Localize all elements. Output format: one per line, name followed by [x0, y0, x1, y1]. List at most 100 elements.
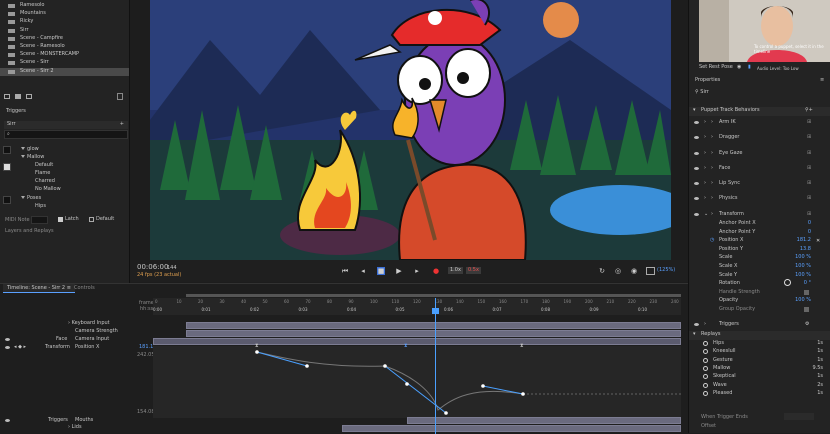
refresh-icon[interactable]: ↻ — [598, 267, 606, 275]
behavior-settings-icon[interactable]: ⊞ — [807, 180, 811, 187]
track-face[interactable]: Face Camera Input — [0, 336, 153, 343]
add-trigger-icon[interactable]: + — [120, 121, 124, 128]
record-icon[interactable]: ● — [432, 267, 440, 275]
replay-item[interactable]: Skeptical 1s — [689, 373, 830, 381]
triggers-settings-icon[interactable]: ⚙ — [805, 321, 809, 328]
default-checkbox[interactable] — [89, 217, 94, 222]
property-checkbox[interactable] — [804, 289, 809, 295]
folder-icon[interactable] — [4, 94, 10, 99]
replay-radio-icon[interactable] — [703, 349, 708, 355]
step-forward-icon[interactable]: ▸ — [413, 267, 421, 275]
scene-stage[interactable] — [150, 0, 671, 260]
property-value[interactable]: 0 ° — [804, 280, 811, 287]
behavior-settings-icon[interactable]: ⊞ — [807, 195, 811, 202]
transform-property-row[interactable]: Anchor Point X 0 — [689, 220, 830, 228]
track-keyboard-input[interactable]: › Keyboard Input — [0, 320, 153, 327]
property-value[interactable]: 100 % — [795, 263, 811, 270]
visibility-eye-icon[interactable] — [694, 152, 699, 155]
behavior-row[interactable]: › › Eye Gaze ⊞ — [689, 150, 830, 159]
tab-timeline[interactable]: Timeline: Scene - Sirr 2 ≡ — [3, 284, 75, 293]
visibility-eye-icon[interactable] — [694, 121, 699, 124]
behavior-row[interactable]: › › Arm IK ⊞ — [689, 119, 830, 128]
transform-property-row[interactable]: Handle Strength — [689, 289, 830, 297]
new-scene-icon[interactable] — [15, 94, 21, 99]
expand-icon[interactable]: › — [704, 195, 706, 202]
transform-property-row[interactable]: Rotation 0 ° — [689, 279, 830, 288]
go-to-start-icon[interactable]: ⏮ — [341, 267, 349, 275]
behaviors-header[interactable]: ▾ Puppet Track Behaviors ⚲+ — [689, 107, 830, 116]
lids-clip[interactable] — [342, 425, 681, 432]
trigger-tree-item[interactable]: Poses — [21, 195, 41, 203]
expand-icon[interactable]: › — [704, 180, 706, 187]
expand-icon[interactable]: › — [704, 150, 706, 157]
mic-icon[interactable]: ◉ — [630, 267, 638, 275]
expand-icon[interactable]: › — [704, 134, 706, 141]
visibility-eye-icon[interactable] — [694, 213, 699, 216]
keyframe-marker[interactable]: ⧗ — [255, 343, 259, 350]
playhead[interactable] — [435, 298, 436, 434]
behavior-settings-icon[interactable]: ⊞ — [807, 119, 811, 126]
time-ruler[interactable]: 0 10 20 30 40 50 60 70 80 90 100 110 120 130 140 150 160… — [153, 298, 700, 315]
keyframe-marker[interactable]: ⧗ — [404, 343, 408, 350]
visibility-eye-icon[interactable] — [694, 167, 699, 170]
trigger-tree-item[interactable]: Hips — [35, 203, 46, 211]
scene-item[interactable]: Ramesolo — [0, 2, 129, 10]
trash-icon[interactable] — [117, 93, 123, 100]
mouths-clip[interactable] — [407, 417, 681, 424]
camera-input-clip[interactable] — [153, 338, 681, 345]
replay-item[interactable]: Hips 1s — [689, 340, 830, 348]
scene-item[interactable]: Scene - Sirr 2 — [0, 67, 129, 76]
trigger-tree-item[interactable]: glow — [21, 146, 39, 154]
property-value[interactable]: 100 % — [795, 254, 811, 261]
behavior-row[interactable]: › › Lip Sync ⊞ — [689, 180, 830, 189]
tab-controls[interactable]: Controls — [70, 284, 99, 293]
behavior-settings-icon[interactable]: ⊞ — [807, 165, 811, 172]
position-x-graph[interactable]: ⧗ ⧗ ⧗ — [153, 343, 681, 418]
visibility-eye-icon[interactable] — [694, 182, 699, 185]
property-value[interactable]: 100 % — [795, 297, 811, 304]
track-lids[interactable]: › Lids — [0, 424, 153, 431]
scene-item[interactable]: Ricky — [0, 18, 129, 26]
visibility-eye-icon[interactable] — [694, 323, 699, 326]
behavior-settings-icon[interactable]: ⊞ — [807, 150, 811, 157]
transform-property-row[interactable]: ◷ Position X 181.2 — [689, 237, 830, 245]
transform-property-row[interactable]: Opacity 100 % — [689, 297, 830, 305]
property-value[interactable]: 0 — [808, 220, 811, 227]
keyframe-nav-icon[interactable]: ◂ ◆ ▸ — [14, 344, 26, 351]
expand-icon[interactable]: › — [704, 165, 706, 172]
step-back-icon[interactable]: ◂ — [359, 267, 367, 275]
transform-property-row[interactable]: Group Opacity — [689, 306, 830, 314]
property-value[interactable]: 100 % — [795, 272, 811, 279]
expand-icon[interactable] — [21, 147, 25, 150]
replay-item[interactable]: Mallow 9.5s — [689, 365, 830, 373]
add-behavior-icon[interactable]: ⚲+ — [805, 107, 813, 114]
stopwatch-icon[interactable]: ◷ — [710, 237, 714, 244]
trigger-tree-item[interactable]: Charred — [35, 178, 55, 186]
replay-item[interactable]: Kneeslull 1s — [689, 348, 830, 356]
visibility-eye-icon[interactable] — [694, 197, 699, 200]
transform-property-row[interactable]: Anchor Point Y 0 — [689, 229, 830, 237]
expand-icon[interactable]: ⌄ — [704, 211, 708, 218]
scene-item[interactable]: Scene - Ramesolo — [0, 43, 129, 51]
speed-a-button[interactable]: 1.0x — [448, 267, 463, 274]
camera-icon[interactable]: ◎ — [614, 267, 622, 275]
panel-menu-icon[interactable]: ≡ — [820, 77, 824, 84]
midi-note-field[interactable] — [31, 216, 48, 224]
property-value[interactable]: 13.8 — [800, 246, 811, 253]
track-value[interactable]: 181.1 — [139, 344, 153, 351]
camera-toggle-icon[interactable]: ◉ — [737, 64, 741, 71]
duplicate-icon[interactable] — [26, 94, 32, 99]
transform-property-row[interactable]: Scale 100 % — [689, 254, 830, 262]
scene-item[interactable]: Scene - Sirr — [0, 59, 129, 67]
replay-item[interactable]: Gesture 1s — [689, 357, 830, 365]
set-rest-pose-button[interactable]: Set Rest Pose — [699, 64, 733, 71]
replay-radio-icon[interactable] — [703, 374, 708, 380]
triggers-row[interactable]: › Triggers ⚙ — [689, 321, 830, 330]
visibility-eye-icon[interactable] — [5, 338, 10, 341]
replay-radio-icon[interactable] — [703, 390, 708, 396]
trigger-tree-item[interactable]: Default — [35, 162, 53, 170]
behavior-row[interactable]: › › Physics ⊞ — [689, 195, 830, 204]
expand-icon[interactable] — [21, 155, 25, 158]
expand-icon[interactable] — [21, 196, 25, 199]
behavior-settings-icon[interactable]: ⊞ — [807, 211, 811, 218]
